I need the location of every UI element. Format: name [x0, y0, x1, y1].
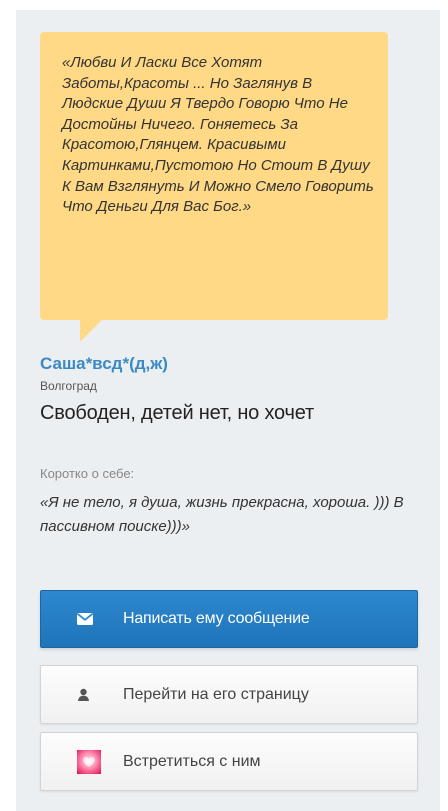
envelope-icon [77, 613, 93, 625]
about-label: Коротко о себе: [40, 466, 135, 481]
heart-icon [77, 749, 101, 774]
meet-label: Встретиться с ним [123, 752, 261, 770]
relationship-status: Свободен, детей нет, но хочет [40, 402, 314, 424]
open-profile-label: Перейти на его страницу [123, 685, 309, 703]
quote-text: «Любви И Ласки Все Хотят Заботы,Красоты … [62, 54, 374, 216]
quote-bubble: «Любви И Ласки Все Хотят Заботы,Красоты … [40, 32, 388, 342]
person-icon [77, 688, 90, 702]
open-profile-button[interactable]: Перейти на его страницу [40, 665, 418, 724]
send-message-button[interactable]: Написать ему сообщение [40, 590, 418, 648]
about-text: «Я не тело, я душа, жизнь прекрасна, хор… [40, 494, 404, 535]
profile-name-link[interactable]: Саша*всд*(д,ж) [40, 354, 168, 374]
profile-card: «Любви И Ласки Все Хотят Заботы,Красоты … [16, 10, 440, 811]
meet-button[interactable]: Встретиться с ним [40, 732, 418, 791]
profile-city: Волгоград [40, 379, 97, 393]
send-message-label: Написать ему сообщение [123, 610, 310, 627]
